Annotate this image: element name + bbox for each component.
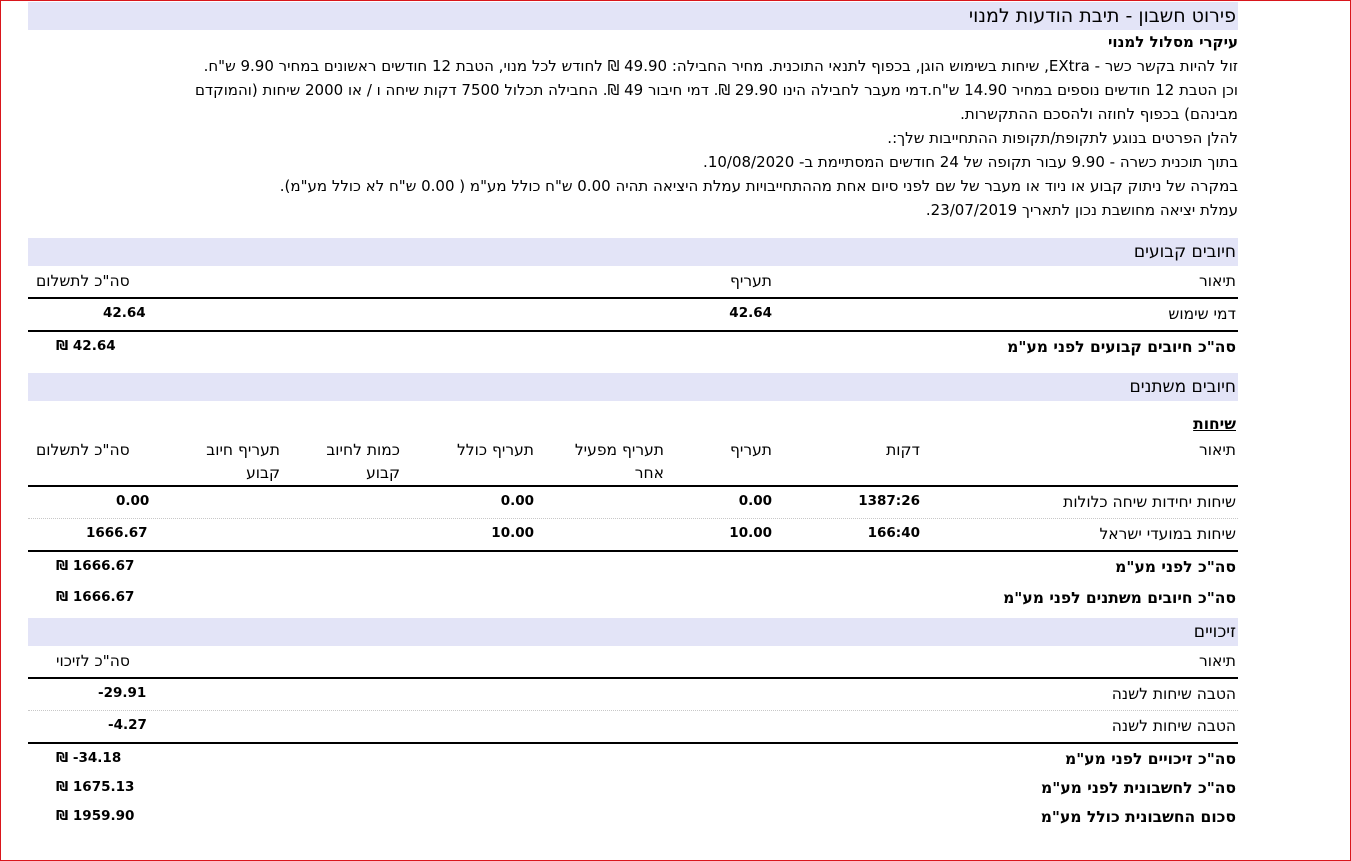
col-incl-rate-header: תעריף כולל bbox=[457, 441, 534, 459]
col-qty-header: כמות לחיוב bbox=[326, 441, 400, 459]
col-total-header: סה"כ לתשלום bbox=[36, 441, 130, 459]
plan-line: עמלת יציאה מחושבת נכון לתאריך 23/07/2019… bbox=[925, 201, 1238, 219]
credits-band: זיכויים bbox=[28, 618, 1238, 646]
col-total-header: סה"כ לזיכוי bbox=[56, 652, 130, 670]
variable-header-row: שיחות תיאור דקות תעריף תעריף מפעיל אחר ת… bbox=[28, 413, 1238, 482]
row-desc: שיחות במועדי ישראל bbox=[1099, 525, 1236, 543]
row-desc: שיחות יחידות שיחה כלולות bbox=[1063, 493, 1236, 511]
col-minutes-header: דקות bbox=[886, 441, 920, 459]
col-op-rate-header: תעריף מפעיל bbox=[574, 441, 664, 459]
col-fix-rate-header: תעריף חיוב bbox=[206, 441, 280, 459]
row-rate: 0.00 bbox=[738, 493, 772, 509]
plan-line: במקרה של ניתוק קבוע או ניוד או מעבר של ש… bbox=[279, 177, 1238, 195]
col-desc-header: תיאור bbox=[1199, 441, 1236, 459]
row-incl-rate: 0.00 bbox=[500, 493, 534, 509]
col-qty-header-2: קבוע bbox=[366, 464, 400, 482]
credits-total-row: סה"כ זיכויים לפני מע"מ ₪ -34.18 bbox=[28, 744, 1238, 773]
plan-line: להלן הפרטים בנוגע לתקופת/תקופות ההתחייבו… bbox=[887, 129, 1238, 147]
plan-line: וכן הטבת 12 חודשים נוספים במחיר 14.90 ש"… bbox=[194, 81, 1238, 99]
col-rate-header: תעריף bbox=[729, 441, 772, 459]
row-total: 1666.67 bbox=[86, 525, 148, 541]
col-desc-header: תיאור bbox=[1199, 652, 1236, 670]
table-row: דמי שימוש 42.64 42.64 bbox=[28, 299, 1238, 332]
total-label: סה"כ זיכויים לפני מע"מ bbox=[1064, 750, 1236, 768]
row-desc: דמי שימוש bbox=[1168, 305, 1236, 323]
total-value: ₪ 42.64 bbox=[56, 338, 116, 354]
grand-total-label: סכום החשבונית כולל מע"מ bbox=[1040, 808, 1236, 826]
row-rate: 10.00 bbox=[729, 525, 772, 541]
row-desc: הטבה שיחות לשנה bbox=[1111, 685, 1236, 703]
table-row: הטבה שיחות לשנה -4.27 bbox=[28, 711, 1238, 744]
row-total: -4.27 bbox=[108, 717, 147, 733]
total-label: סה"כ חיובים קבועים לפני מע"מ bbox=[1007, 338, 1236, 356]
row-incl-rate: 10.00 bbox=[491, 525, 534, 541]
fixed-charges-band: חיובים קבועים bbox=[28, 238, 1238, 266]
col-op-rate-header-2: אחר bbox=[634, 464, 664, 482]
grand-total-value: ₪ 1959.90 bbox=[56, 808, 135, 824]
row-total: -29.91 bbox=[98, 685, 147, 701]
table-row: שיחות במועדי ישראל 166:40 10.00 10.00 16… bbox=[28, 519, 1238, 552]
table-row: הטבה שיחות לשנה -29.91 bbox=[28, 679, 1238, 711]
total-label: סה"כ חיובים משתנים לפני מע"מ bbox=[1003, 589, 1236, 607]
variable-subtotal-row: סה"כ לפני מע"מ ₪ 1666.67 bbox=[28, 552, 1238, 583]
fixed-total-row: סה"כ חיובים קבועים לפני מע"מ ₪ 42.64 bbox=[28, 332, 1238, 363]
plan-heading: עיקרי מסלול למנוי bbox=[1108, 33, 1238, 51]
row-rate: 42.64 bbox=[729, 305, 772, 321]
col-rate-header: תעריף bbox=[729, 272, 772, 290]
total-value: ₪ 1666.67 bbox=[56, 589, 135, 605]
account-total-value: ₪ 1675.13 bbox=[56, 779, 135, 795]
plan-line: בתוך תוכנית כשרה - 9.90 עבור תקופה של 24… bbox=[703, 153, 1238, 171]
variable-charges-band: חיובים משתנים bbox=[28, 373, 1238, 401]
fixed-header-row: תיאור תעריף סה"כ לתשלום bbox=[28, 266, 1238, 299]
calls-subheading: שיחות bbox=[1193, 415, 1236, 433]
row-desc: הטבה שיחות לשנה bbox=[1111, 717, 1236, 735]
row-minutes: 166:40 bbox=[867, 525, 920, 541]
total-value: ₪ -34.18 bbox=[56, 750, 122, 766]
page-title: פירוט חשבון - תיבת הודעות למנוי bbox=[28, 2, 1238, 30]
plan-line: זול להיות בקשר כשר - EXtra, שיחות בשימוש… bbox=[203, 57, 1238, 75]
plan-line: מבינהם) בכפוף לחוזה ולהסכם ההתקשרות. bbox=[960, 105, 1238, 123]
variable-total-row: סה"כ חיובים משתנים לפני מע"מ ₪ 1666.67 bbox=[28, 583, 1238, 614]
account-total-row: סה"כ לחשבונית לפני מע"מ ₪ 1675.13 bbox=[28, 773, 1238, 802]
table-row: שיחות יחידות שיחה כלולות 1387:26 0.00 0.… bbox=[28, 487, 1238, 519]
row-minutes: 1387:26 bbox=[858, 493, 920, 509]
invoice-page: פירוט חשבון - תיבת הודעות למנוי עיקרי מס… bbox=[28, 0, 1238, 831]
credits-header-row: תיאור סה"כ לזיכוי bbox=[28, 646, 1238, 679]
row-total: 0.00 bbox=[116, 493, 150, 509]
account-total-label: סה"כ לחשבונית לפני מע"מ bbox=[1041, 779, 1236, 797]
row-total: 42.64 bbox=[103, 305, 146, 321]
col-fix-rate-header-2: קבוע bbox=[246, 464, 280, 482]
plan-section: עיקרי מסלול למנוי זול להיות בקשר כשר - E… bbox=[28, 30, 1238, 222]
grand-total-row: סכום החשבונית כולל מע"מ ₪ 1959.90 bbox=[28, 802, 1238, 831]
subtotal-value: ₪ 1666.67 bbox=[56, 558, 135, 574]
col-total-header: סה"כ לתשלום bbox=[36, 272, 130, 290]
subtotal-label: סה"כ לפני מע"מ bbox=[1115, 558, 1236, 576]
col-desc-header: תיאור bbox=[1199, 272, 1236, 290]
